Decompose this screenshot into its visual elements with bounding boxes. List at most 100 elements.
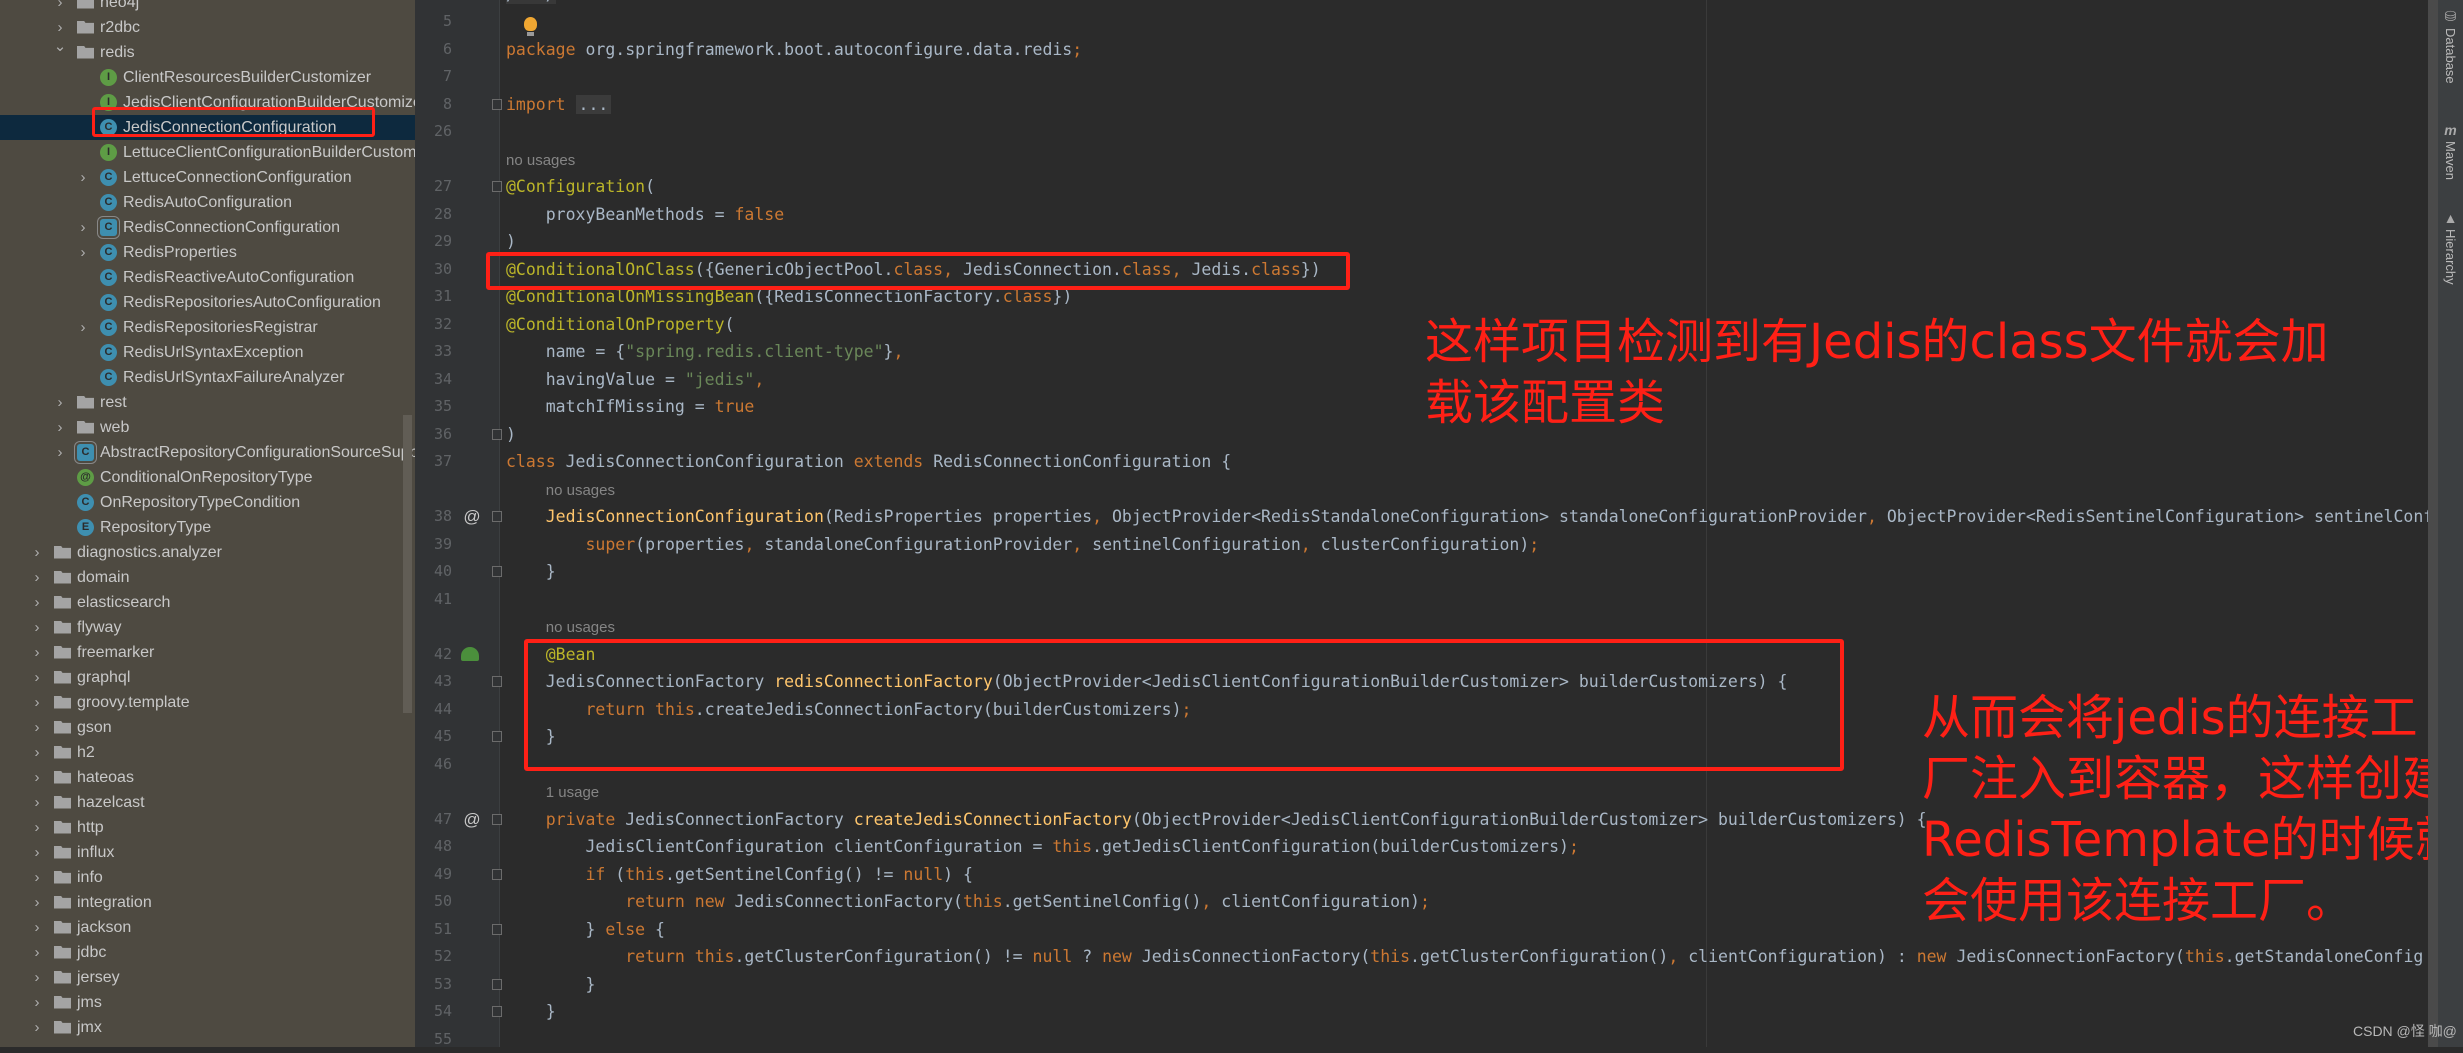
chevron-right-icon[interactable]: ›	[30, 815, 44, 840]
chevron-right-icon[interactable]: ›	[30, 890, 44, 915]
tree-item-folder[interactable]: › jmx	[0, 1015, 415, 1040]
tree-item-folder[interactable]: › h2	[0, 740, 415, 765]
chevron-right-icon[interactable]: ›	[30, 615, 44, 640]
tree-item-folder[interactable]: › domain	[0, 565, 415, 590]
editor-scrollbar[interactable]	[2428, 0, 2438, 1047]
chevron-right-icon[interactable]: ›	[53, 0, 67, 15]
chevron-right-icon[interactable]: ›	[76, 240, 90, 265]
project-tree-scrollbar[interactable]	[403, 415, 412, 713]
chevron-right-icon[interactable]: ›	[76, 315, 90, 340]
tree-item-label: flyway	[77, 618, 122, 636]
tree-item-folder[interactable]: › freemarker	[0, 640, 415, 665]
tree-item-folder[interactable]: › flyway	[0, 615, 415, 640]
chevron-right-icon[interactable]: ›	[30, 640, 44, 665]
tree-item-label: RedisReactiveAutoConfiguration	[123, 268, 355, 286]
project-tree[interactable]: › neo4j › r2dbc ⌄ redis I ClientResourcesBuilde…	[0, 0, 415, 1047]
tree-item-class[interactable]: C RedisRepositoriesAutoConfiguration	[0, 290, 415, 315]
chevron-right-icon[interactable]: ›	[53, 440, 67, 465]
chevron-right-icon[interactable]: ›	[30, 665, 44, 690]
tree-item-label: web	[100, 418, 130, 436]
intention-bulb-icon[interactable]	[524, 17, 537, 37]
chevron-right-icon[interactable]: ›	[53, 415, 67, 440]
code-token: clusterConfiguration)	[1320, 534, 1530, 554]
tree-item-folder[interactable]: › hateoas	[0, 765, 415, 790]
tree-item-class[interactable]: › C LettuceConnectionConfiguration	[0, 165, 415, 190]
tree-item-class[interactable]: C RedisAutoConfiguration	[0, 190, 415, 215]
tree-item-folder[interactable]: › graphql	[0, 665, 415, 690]
tree-item-folder[interactable]: › diagnostics.analyzer	[0, 540, 415, 565]
tree-item-annotation[interactable]: @ ConditionalOnRepositoryType	[0, 465, 415, 490]
tool-window-database[interactable]: ⛁ Database	[2438, 8, 2463, 84]
chevron-right-icon[interactable]: ›	[30, 590, 44, 615]
chevron-right-icon[interactable]: ›	[30, 690, 44, 715]
tree-item-folder[interactable]: › rest	[0, 390, 415, 415]
folder-icon	[54, 895, 71, 909]
tool-window-maven[interactable]: m Maven	[2438, 122, 2463, 180]
usages-inlay[interactable]: no usages	[546, 482, 615, 499]
chevron-right-icon[interactable]: ›	[76, 215, 90, 240]
code-token[interactable]: ...	[575, 94, 612, 114]
tree-item-class[interactable]: C RedisUrlSyntaxException	[0, 340, 415, 365]
chevron-right-icon[interactable]: ›	[30, 765, 44, 790]
chevron-down-icon[interactable]: ⌄	[53, 39, 67, 65]
tree-item-abstract[interactable]: › C RedisConnectionConfiguration	[0, 215, 415, 240]
tree-item-folder[interactable]: › neo4j	[0, 0, 415, 15]
interface-icon: I	[100, 143, 117, 161]
folder-icon	[54, 870, 71, 884]
tree-item-folder[interactable]: › elasticsearch	[0, 590, 415, 615]
tree-item-folder[interactable]: › integration	[0, 890, 415, 915]
tree-item-interface[interactable]: I ClientResourcesBuilderCustomizer	[0, 65, 415, 90]
tree-item-label: jackson	[77, 918, 132, 936]
code-token: JedisConnectionFactory(	[734, 892, 963, 912]
chevron-right-icon[interactable]: ›	[30, 940, 44, 965]
usage-hint: no usages	[506, 476, 615, 503]
chevron-right-icon[interactable]: ›	[53, 390, 67, 415]
tree-item-class[interactable]: › C RedisProperties	[0, 240, 415, 265]
chevron-right-icon[interactable]: ›	[76, 165, 90, 190]
chevron-right-icon[interactable]: ›	[30, 1015, 44, 1040]
tree-item-folder[interactable]: › web	[0, 415, 415, 440]
code-token: }	[506, 919, 606, 939]
chevron-right-icon[interactable]: ›	[30, 565, 44, 590]
tree-item-enum[interactable]: E RepositoryType	[0, 515, 415, 540]
tree-item-folder[interactable]: ⌄ redis	[0, 39, 415, 65]
tree-item-folder[interactable]: › jackson	[0, 915, 415, 940]
chevron-right-icon[interactable]: ›	[30, 740, 44, 765]
spring-bean-icon[interactable]	[461, 646, 479, 661]
override-marker-icon[interactable]: @	[462, 806, 482, 833]
tree-item-folder[interactable]: › groovy.template	[0, 690, 415, 715]
tree-item-folder[interactable]: › gson	[0, 715, 415, 740]
tree-item-folder[interactable]: › jms	[0, 990, 415, 1015]
usages-inlay[interactable]: 1 usage	[546, 784, 599, 801]
tree-item-class[interactable]: C RedisReactiveAutoConfiguration	[0, 265, 415, 290]
tree-item-folder[interactable]: › r2dbc	[0, 15, 415, 40]
tree-item-class[interactable]: C RedisUrlSyntaxFailureAnalyzer	[0, 365, 415, 390]
tree-item-class[interactable]: C OnRepositoryTypeCondition	[0, 490, 415, 515]
tree-item-folder[interactable]: › jdbc	[0, 940, 415, 965]
chevron-right-icon[interactable]: ›	[53, 15, 67, 40]
tree-item-folder[interactable]: › hazelcast	[0, 790, 415, 815]
usages-inlay[interactable]: no usages	[506, 152, 575, 169]
code-token: RedisConnectionConfiguration {	[933, 452, 1232, 472]
tree-item-class[interactable]: › C RedisRepositoriesRegistrar	[0, 315, 415, 340]
chevron-right-icon[interactable]: ›	[30, 790, 44, 815]
tool-window-hierarchy[interactable]: ▲ Hierarchy	[2438, 210, 2463, 285]
override-marker-icon[interactable]: @	[462, 503, 482, 530]
chevron-right-icon[interactable]: ›	[30, 540, 44, 565]
chevron-right-icon[interactable]: ›	[30, 965, 44, 990]
tree-item-folder[interactable]: › http	[0, 815, 415, 840]
line-number: 53	[433, 974, 452, 993]
chevron-right-icon[interactable]: ›	[30, 840, 44, 865]
usages-inlay[interactable]: no usages	[546, 619, 615, 636]
chevron-right-icon[interactable]: ›	[30, 715, 44, 740]
chevron-right-icon[interactable]: ›	[30, 915, 44, 940]
tree-item-abstract[interactable]: › C AbstractRepositoryConfigurationSourceS…	[0, 440, 415, 465]
tree-item-folder[interactable]: › jersey	[0, 965, 415, 990]
chevron-right-icon[interactable]: ›	[30, 990, 44, 1015]
tree-item-folder[interactable]: › info	[0, 865, 415, 890]
tree-item-interface[interactable]: I LettuceClientConfigurationBuilderCustom…	[0, 140, 415, 165]
chevron-right-icon[interactable]: ›	[30, 865, 44, 890]
code-token: matchIfMissing =	[506, 397, 715, 417]
tree-item-folder[interactable]: › influx	[0, 840, 415, 865]
